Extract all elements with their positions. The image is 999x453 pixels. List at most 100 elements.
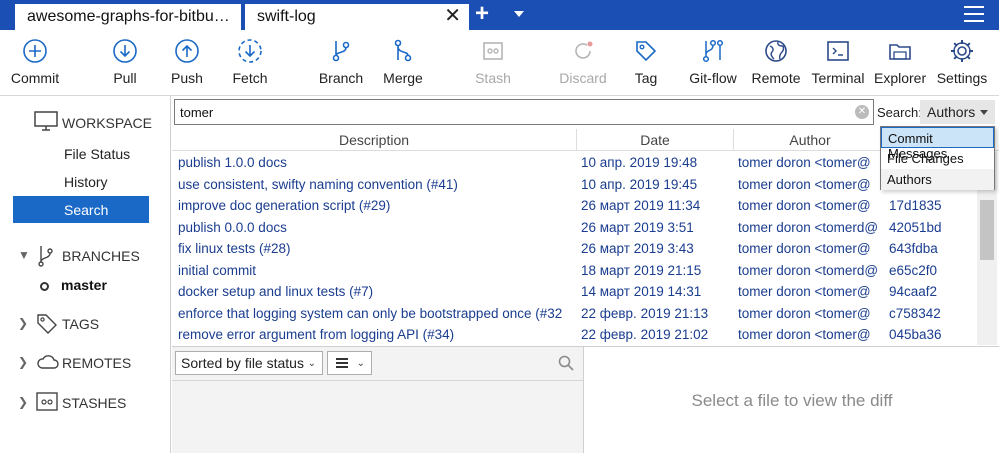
workspace-label: WORKSPACE <box>62 115 152 131</box>
commit-author: tomer doron <tomer@ <box>738 198 871 213</box>
commit-hash: c758342 <box>889 305 941 321</box>
sort-select[interactable]: Sorted by file status ⌄ <box>175 351 323 375</box>
diff-placeholder: Select a file to view the diff <box>691 391 893 410</box>
tags-section[interactable]: ❯ TAGS <box>0 310 171 336</box>
view-mode-select[interactable]: ⌄ <box>327 351 372 375</box>
chevron-down-icon[interactable] <box>514 11 524 17</box>
merge-button[interactable]: Merge <box>382 38 424 86</box>
commit-date: 22 февр. 2019 21:13 <box>581 305 709 321</box>
push-label: Push <box>171 70 203 86</box>
chevron-right-icon[interactable]: ❯ <box>18 355 28 369</box>
tag-button[interactable]: Tag <box>632 38 660 86</box>
menu-icon[interactable] <box>964 6 984 22</box>
gear-icon <box>951 40 973 62</box>
fetch-button[interactable]: Fetch <box>230 38 270 86</box>
commit-description: use consistent, swifty naming convention… <box>178 176 458 192</box>
search-mode-select[interactable]: Authors <box>920 100 995 124</box>
commit-table-header: Description Date Author <box>172 129 999 151</box>
add-tab-icon[interactable]: + <box>475 1 489 27</box>
gitflow-icon <box>702 39 724 63</box>
sidebar-item-label: History <box>64 174 108 190</box>
remote-label: Remote <box>751 70 801 86</box>
cloud-icon <box>37 355 59 369</box>
tab-swift-log[interactable]: swift-log ✕ <box>244 3 470 30</box>
settings-button[interactable]: Settings <box>936 38 988 86</box>
remote-button[interactable]: Remote <box>750 38 802 86</box>
pull-label: Pull <box>113 70 137 86</box>
column-author[interactable]: Author <box>734 132 886 148</box>
table-row[interactable]: fix linux tests (#28) 26 март 2019 3:43 to… <box>172 238 999 260</box>
terminal-label: Terminal <box>811 70 865 86</box>
commit-label: Commit <box>10 70 60 86</box>
chevron-down-icon: ⌄ <box>307 358 316 369</box>
table-row[interactable]: initial commit 18 март 2019 21:15 tomer do… <box>172 260 999 282</box>
table-row[interactable]: publish 0.0.0 docs 26 март 2019 3:51 tomer… <box>172 217 999 239</box>
terminal-button[interactable]: Terminal <box>810 38 866 86</box>
table-row[interactable]: enforce that logging system can only be … <box>172 303 999 325</box>
gitflow-button[interactable]: Git-flow <box>688 38 738 86</box>
chevron-down-icon[interactable]: ▼ <box>18 248 30 262</box>
workspace-section[interactable]: WORKSPACE <box>0 109 171 135</box>
monitor-icon <box>34 111 58 131</box>
search-label: Search: <box>877 105 922 120</box>
commit-author: tomer doron <tomer@ <box>738 241 871 256</box>
sidebar-item-search[interactable]: Search <box>13 196 149 223</box>
gitflow-label: Git-flow <box>689 70 737 86</box>
branch-button[interactable]: Branch <box>318 38 364 86</box>
commit-button[interactable]: Commit <box>10 38 60 86</box>
table-row[interactable]: use consistent, swifty naming convention… <box>172 174 999 196</box>
branch-icon <box>38 246 53 267</box>
branch-master[interactable]: master <box>40 277 107 293</box>
divider <box>172 380 583 381</box>
commit-date: 14 март 2019 14:31 <box>581 284 702 299</box>
discard-button[interactable]: Discard <box>558 38 608 86</box>
option-authors[interactable]: Authors <box>881 169 994 190</box>
search-input[interactable] <box>174 99 874 125</box>
commit-hash: 643fdba <box>889 241 938 256</box>
commit-author: tomer doron <tomer@ <box>738 284 871 299</box>
table-row[interactable]: publish 1.0.0 docs 10 апр. 2019 19:48 tome… <box>172 152 999 174</box>
table-row[interactable]: docker setup and linux tests (#7) 14 март… <box>172 281 999 303</box>
arrow-up-circle-icon <box>175 39 199 63</box>
commit-hash: e65c2f0 <box>889 262 938 278</box>
explorer-button[interactable]: Explorer <box>874 38 926 86</box>
branch-label: Branch <box>318 70 364 86</box>
tab-awesome-graphs[interactable]: awesome-graphs-for-bitbu… <box>14 3 242 30</box>
branches-label: BRANCHES <box>62 248 140 264</box>
remotes-section[interactable]: ❯ REMOTES <box>0 349 171 375</box>
table-row[interactable]: remove error argument from logging API (… <box>172 324 999 345</box>
commit-author: tomer doron <tomerd@ <box>738 262 878 278</box>
commit-date: 26 март 2019 3:51 <box>581 219 694 235</box>
search-icon[interactable] <box>558 355 574 371</box>
column-date[interactable]: Date <box>577 132 733 148</box>
sidebar-item-file-status[interactable]: File Status <box>13 140 149 167</box>
close-icon[interactable]: ✕ <box>444 6 461 26</box>
column-description[interactable]: Description <box>172 132 576 148</box>
branches-section[interactable]: ▼ BRANCHES <box>0 242 171 268</box>
chevron-right-icon[interactable]: ❯ <box>18 395 28 409</box>
stashes-section[interactable]: ❯ STASHES <box>0 389 171 415</box>
search-mode-dropdown: Commit Messages File Changes Authors <box>880 126 995 190</box>
tags-label: TAGS <box>62 316 100 332</box>
clear-icon[interactable]: ✕ <box>855 105 869 119</box>
chevron-right-icon[interactable]: ❯ <box>18 316 28 330</box>
option-file-changes[interactable]: File Changes <box>881 148 994 169</box>
commit-author: tomer doron <tomer@ <box>738 327 871 342</box>
option-commit-messages[interactable]: Commit Messages <box>881 127 994 161</box>
fetch-label: Fetch <box>232 70 268 86</box>
pull-button[interactable]: Pull <box>106 38 144 86</box>
table-row[interactable]: improve doc generation script (#29) 26 ма… <box>172 195 999 217</box>
tag-label: Tag <box>634 70 658 86</box>
stashes-label: STASHES <box>62 395 127 411</box>
toolbar: Commit Pull Push Fetch Branch Merge Stas… <box>0 30 999 96</box>
push-button[interactable]: Push <box>168 38 206 86</box>
file-list-panel: Sorted by file status ⌄ ⌄ <box>172 347 584 453</box>
sidebar-item-history[interactable]: History <box>13 168 149 195</box>
stash-icon <box>483 42 503 60</box>
stash-button[interactable]: Stash <box>474 38 512 86</box>
merge-label: Merge <box>383 70 423 86</box>
scroll-thumb[interactable] <box>980 200 994 260</box>
stash-label: Stash <box>475 70 511 86</box>
sidebar-item-label: File Status <box>64 146 131 162</box>
branch-name: master <box>61 277 107 293</box>
